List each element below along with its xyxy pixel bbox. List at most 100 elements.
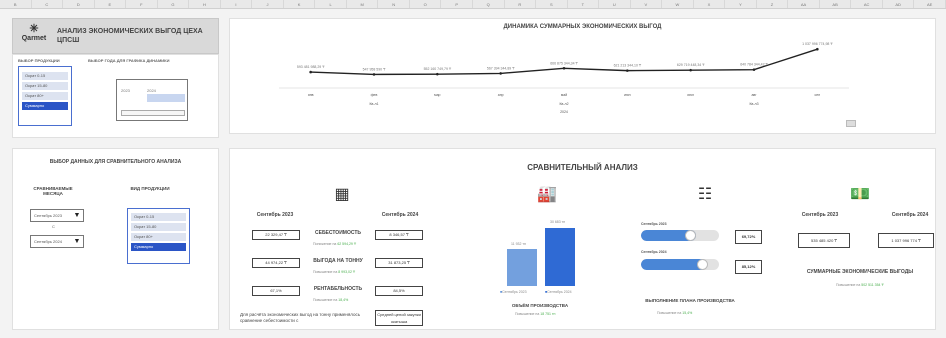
chevron-down-icon[interactable]: ▼ — [71, 210, 83, 221]
product-slicer-item-selected[interactable]: Суммарно — [22, 102, 68, 110]
cost-value-2: 8 346,57 ₸ — [375, 230, 423, 240]
volume-title: ОБЪЁМ ПРОИЗВОДСТВА — [511, 303, 569, 308]
data-point — [372, 73, 376, 76]
product-slicer: Ократ 0-15 Ократ 15-80 Ократ 80+ Суммарн… — [18, 66, 72, 126]
factory-grid-icon: ▦ — [334, 186, 350, 203]
app-title-bar: ✳ Qarmet АНАЛИЗ ЭКОНОМИЧЕСКИХ ВЫГОД ЦЕХА … — [12, 18, 219, 54]
column-header-cell: E — [95, 0, 127, 8]
data-point — [436, 72, 439, 76]
column-header-cell: O — [410, 0, 442, 8]
data-label: 1 037 996 774,98 ₸ — [802, 42, 833, 46]
product-type-item[interactable]: Ократ 80+ — [131, 233, 186, 241]
cash-icon: 💵 — [850, 186, 870, 203]
rent-value-1: 67,1% — [252, 286, 300, 296]
checklist-icon: ☷ — [697, 186, 713, 203]
column-header-cell: G — [158, 0, 190, 8]
comparative-analysis-title: СРАВНИТЕЛЬНЫЙ АНАЛИЗ — [527, 163, 638, 172]
data-label: 621 213 344,10 ₸ — [614, 64, 642, 68]
year-selection-bar[interactable] — [147, 94, 185, 102]
product-type-item[interactable]: Ократ 15-80 — [131, 223, 186, 231]
column-header-cell: M — [347, 0, 379, 8]
profit-value-1: 44 974,22 ₸ — [252, 258, 300, 268]
qarmet-logo: ✳ Qarmet — [21, 23, 47, 43]
factory-icon: 🏭 — [537, 186, 557, 203]
column-header-cell: V — [631, 0, 663, 8]
data-label: 640 784 344,42 ₸ — [740, 63, 768, 67]
rent-label: РЕНТАБЕЛЬНОСТЬ — [313, 286, 363, 292]
data-point — [309, 70, 312, 74]
x-group-label: Кв-л2 — [559, 102, 568, 106]
eco-title: СУММАРНЫЕ ЭКОНОМИЧЕСКИЕ ВЫГОДЫ — [806, 269, 914, 275]
comparison-selection-title: ВЫБОР ДАННЫХ ДЛЯ СРАВНИТЕЛЬНОГО АНАЛИЗА — [49, 159, 182, 165]
col1-label: Сентябрь 2023 — [256, 212, 294, 218]
eco-value-2: 1 037 996 774 ₸ — [878, 233, 934, 248]
chevron-down-icon[interactable]: ▼ — [71, 236, 83, 247]
data-point — [752, 68, 756, 71]
x-tick-label: авг — [751, 93, 757, 97]
month2-dropdown[interactable]: Сентябрь 2024 ▼ — [30, 235, 84, 248]
data-label: 547 958 590 ₸ — [363, 67, 386, 71]
rent-change: 18,4% — [338, 298, 349, 302]
col2-label: Сентябрь 2024 — [381, 212, 419, 218]
column-header-cell: B — [0, 0, 32, 8]
column-header-cell: AA — [788, 0, 820, 8]
legend-2023: ■Сентябрь 2023 — [500, 290, 527, 294]
volume-bar-label-2024: 30 683 тн — [550, 220, 566, 224]
cost-change-note: Понижение на 62 594,29 ₸ — [313, 242, 357, 246]
cost-label: СЕБЕСТОИМОСТЬ — [315, 230, 361, 236]
data-point — [562, 66, 566, 70]
data-label: 567 394 344,89 ₸ — [487, 66, 515, 70]
month1-dropdown[interactable]: Сентябрь 2023 ▼ — [30, 209, 84, 222]
footnote-text: Для расчёта экономических выгод на тонну… — [240, 312, 361, 323]
column-header-cell: U — [599, 0, 631, 8]
product-slicer-item[interactable]: Ократ 15-80 — [22, 82, 68, 90]
data-label: 666 875 344,34 ₸ — [550, 61, 578, 65]
year-2023[interactable]: 2023 — [121, 88, 130, 93]
plan-progress-2024 — [641, 259, 719, 270]
column-header-cell: AC — [851, 0, 883, 8]
year-scrollbar[interactable] — [121, 110, 185, 116]
product-slicer-item[interactable]: Ократ 80+ — [22, 92, 68, 100]
x-year-label: 2024 — [560, 110, 568, 114]
product-type-label: ВИД ПРОДУКЦИИ — [130, 186, 170, 191]
column-header-cell: AB — [820, 0, 852, 8]
year-2024[interactable]: 2024 — [147, 88, 156, 93]
column-header-cell: C — [32, 0, 64, 8]
column-header-cell: L — [315, 0, 347, 8]
data-point — [626, 69, 629, 72]
eco-col1: Сентябрь 2023 — [801, 212, 839, 218]
volume-bar-2024 — [545, 228, 575, 286]
data-label: 552 160 749,79 ₸ — [424, 67, 452, 71]
column-header-cell: AD — [883, 0, 915, 8]
legend-2024: ■Сентябрь 2024 — [545, 290, 572, 294]
page-title: АНАЛИЗ ЭКОНОМИЧЕСКИХ ВЫГОД ЦЕХА ЦПСШ — [57, 28, 203, 44]
data-label: 593 481 988,29 ₸ — [297, 65, 325, 69]
profit-label: ВЫГОДА НА ТОННУ — [313, 258, 363, 264]
column-header-cell: K — [284, 0, 316, 8]
year-slicer-label: ВЫБОР ГОДА ДЛЯ ГРАФИКА ДИНАМИКИ — [88, 58, 170, 63]
chart-filter-button[interactable] — [846, 120, 856, 127]
x-group-label: Кв-л1 — [369, 102, 378, 106]
eco-change: 502 511 354 ₸ — [861, 283, 884, 287]
column-header-cell: N — [378, 0, 410, 8]
column-header-cell: F — [126, 0, 158, 8]
column-header-cell: I — [221, 0, 253, 8]
eco-change-note: Повышение на 502 511 354 ₸ — [836, 283, 884, 287]
product-slicer-item[interactable]: Ократ 0-15 — [22, 72, 68, 80]
product-type-item[interactable]: Ократ 0-15 — [131, 213, 186, 221]
column-header-cell: Q — [473, 0, 505, 8]
data-label: 629 719 448,34 ₸ — [677, 63, 705, 67]
line-chart: 593 481 988,29 ₸ 547 958 590 ₸ 552 160 749… — [279, 42, 849, 114]
rent-value-2: 84,5% — [375, 286, 423, 296]
column-header-cell: Y — [725, 0, 757, 8]
plan-value-1: 69,72% — [735, 230, 762, 244]
compared-months-label: СРАВНИВАЕМЫЕ МЕСЯЦА — [33, 186, 73, 196]
footnote-box: Средней ценой закупки окатыша — [375, 310, 423, 326]
product-type-item-selected[interactable]: Суммарно — [131, 243, 186, 251]
and-text: С — [52, 224, 55, 229]
cost-change: 62 594,29 ₸ — [337, 242, 357, 246]
plan-change-note: Повышение на 15,4% — [657, 311, 693, 315]
volume-bar-label-2023: 11 932 тн — [511, 242, 526, 246]
eco-value-1: 535 485 420 ₸ — [798, 233, 850, 248]
x-group-label: Кв-л3 — [749, 102, 758, 106]
